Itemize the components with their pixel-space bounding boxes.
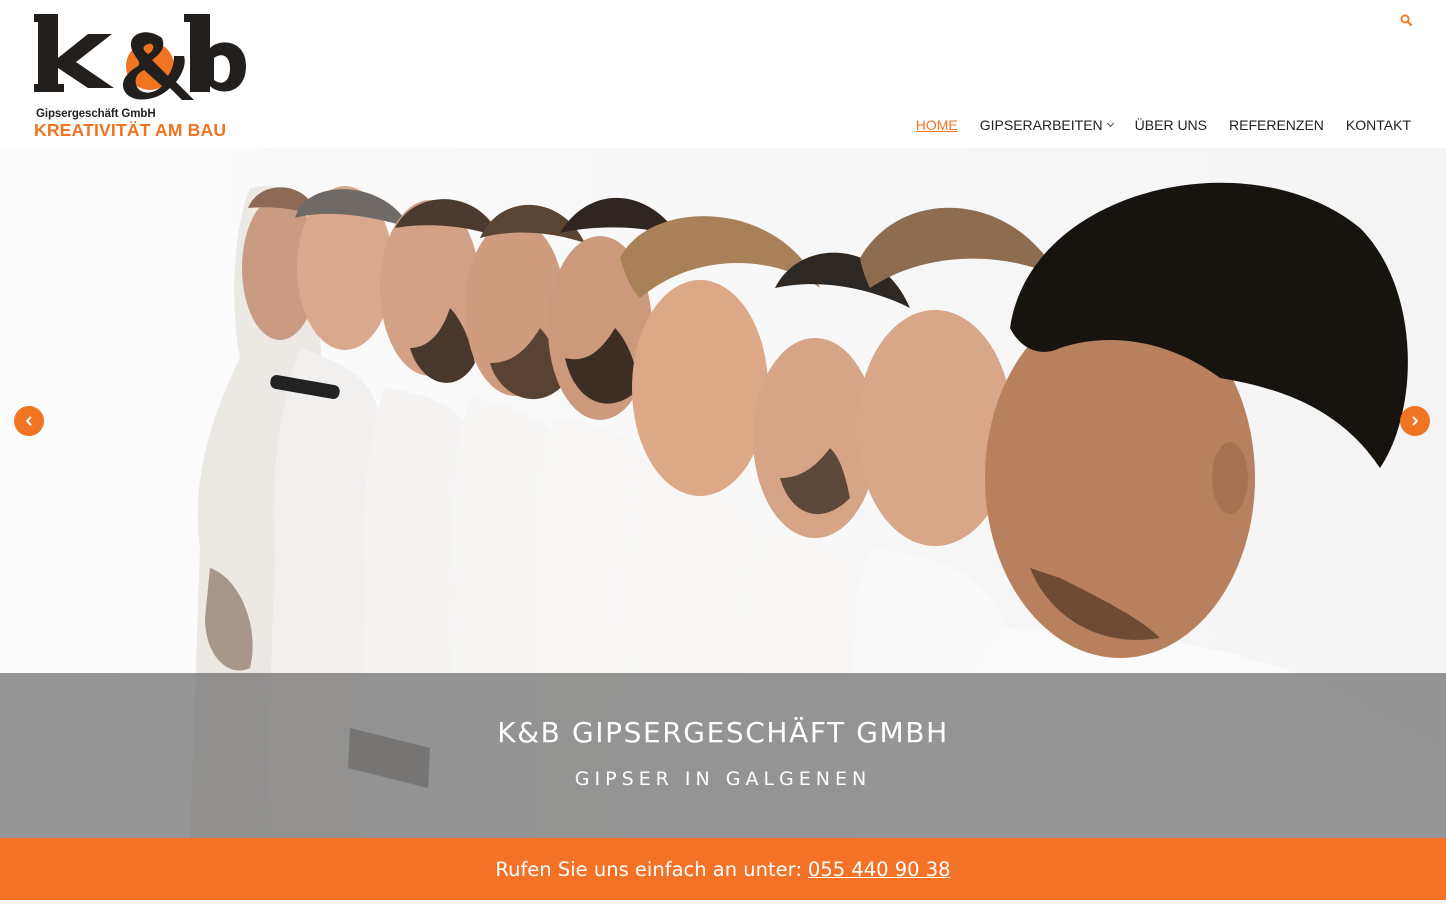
- slider-prev-button[interactable]: [14, 406, 44, 436]
- search-button[interactable]: [1396, 10, 1416, 30]
- nav-item-ueber-uns[interactable]: ÜBER UNS: [1135, 117, 1207, 133]
- nav-item-referenzen[interactable]: REFERENZEN: [1229, 117, 1324, 133]
- hero-slider: K&B GIPSERGESCHÄFT GMBH GIPSER IN GALGEN…: [0, 148, 1446, 838]
- nav-item-label: REFERENZEN: [1229, 117, 1324, 133]
- call-to-action-bar: Rufen Sie uns einfach an unter: 055 440 …: [0, 838, 1446, 900]
- chevron-right-icon: [1412, 416, 1418, 426]
- site-header: Gipsergeschäft GmbH KREATIVITÄT AM BAU H…: [0, 0, 1446, 148]
- bottom-divider: [0, 900, 1446, 904]
- nav-item-label: HOME: [915, 117, 958, 133]
- nav-item-home[interactable]: HOME: [916, 117, 958, 133]
- hero-caption-overlay: [0, 673, 1446, 838]
- search-icon: [1400, 14, 1412, 26]
- chevron-down-icon: [1106, 119, 1114, 128]
- slider-next-button[interactable]: [1400, 406, 1430, 436]
- nav-item-label: ÜBER UNS: [1134, 117, 1208, 133]
- logo-subtitle: Gipsergeschäft GmbH: [36, 108, 156, 120]
- hero-title: K&B GIPSERGESCHÄFT GMBH: [497, 716, 949, 749]
- nav-item-label: KONTAKT: [1345, 117, 1411, 133]
- nav-item-label: GIPSERARBEITEN: [979, 117, 1103, 133]
- hero-subtitle: GIPSER IN GALGENEN: [574, 768, 872, 790]
- cta-text: Rufen Sie uns einfach an unter:: [495, 857, 802, 881]
- chevron-left-icon: [26, 416, 32, 426]
- logo-mark: [34, 14, 246, 100]
- site-logo[interactable]: Gipsergeschäft GmbH KREATIVITÄT AM BAU: [34, 10, 254, 140]
- nav-item-kontakt[interactable]: KONTAKT: [1346, 117, 1411, 133]
- nav-item-gipserarbeiten[interactable]: GIPSERARBEITEN: [979, 117, 1114, 133]
- main-navigation: HOME GIPSERARBEITEN ÜBER UNS REFERENZEN …: [916, 116, 1411, 134]
- logo-tagline: KREATIVITÄT AM BAU: [34, 120, 227, 140]
- phone-link[interactable]: 055 440 90 38: [808, 858, 951, 881]
